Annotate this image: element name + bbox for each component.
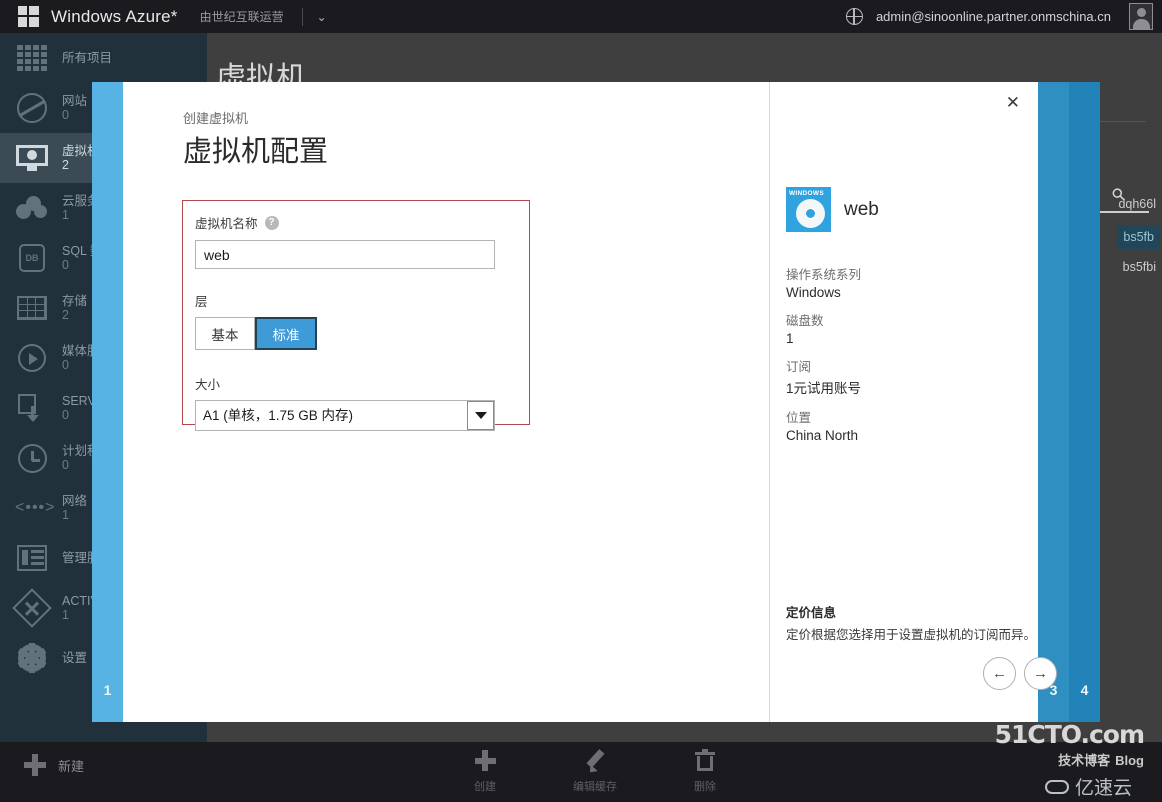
monitor-icon — [10, 140, 54, 176]
tier-standard-button[interactable]: 标准 — [255, 317, 317, 350]
pricing-info: 定价信息 定价根据您选择用于设置虚拟机的订阅而异。 — [786, 602, 1066, 643]
create-command-label: 创建 — [474, 781, 496, 793]
sidebar-item-count: 0 — [62, 108, 69, 122]
step-band-4[interactable]: 4 — [1069, 82, 1100, 722]
summary-value: China North — [786, 428, 859, 443]
brand-title: Windows Azure* — [51, 6, 178, 26]
sidebar-item-label: 设置 — [62, 650, 88, 665]
plus-icon — [474, 750, 496, 771]
vm-name-label: 虚拟机名称 ? — [195, 213, 529, 232]
size-label: 大小 — [195, 378, 221, 392]
wizard-nav: ← → — [983, 657, 1057, 690]
previous-button[interactable]: ← — [983, 657, 1016, 690]
globe-icon — [10, 90, 54, 126]
command-bar: 创建 编辑缓存 删除 — [430, 749, 760, 802]
list-item[interactable]: bs5fbi — [1123, 260, 1156, 274]
summary-key: 订阅 — [786, 360, 812, 374]
dialog-title: 虚拟机配置 — [183, 136, 329, 168]
list-item[interactable]: dqh66l — [1118, 197, 1156, 211]
summary-key: 操作系统系列 — [786, 268, 862, 282]
network-icon: <•••> — [15, 499, 56, 516]
active-directory-icon — [10, 588, 54, 628]
size-select[interactable]: A1 (单核，1.75 GB 内存) — [195, 400, 495, 431]
breadcrumb: 创建虚拟机 — [183, 111, 249, 126]
delete-command[interactable]: 删除 — [660, 749, 750, 802]
dialog-body: ✕ 创建虚拟机 虚拟机配置 虚拟机名称 ? 层 基本 标准 大小 — [123, 82, 1057, 722]
summary-value: Windows — [786, 285, 841, 300]
close-icon[interactable]: ✕ — [1006, 94, 1020, 111]
chevron-down-icon[interactable]: ⌄ — [317, 10, 327, 24]
summary-key: 位置 — [786, 411, 812, 425]
trash-icon — [695, 749, 715, 771]
gear-icon — [10, 640, 54, 676]
globe-icon[interactable] — [845, 8, 863, 25]
dialog-divider — [769, 82, 770, 722]
summary-value: 1 — [786, 331, 794, 346]
sidebar-item-label: 网络 — [62, 493, 88, 508]
vm-summary-name: web — [844, 199, 879, 220]
clock-icon — [10, 440, 54, 476]
new-button-label: 新建 — [58, 758, 85, 774]
sidebar-item-label: 所有项目 — [62, 50, 113, 65]
edit-cache-command-label: 编辑缓存 — [573, 781, 617, 793]
next-button[interactable]: → — [1024, 657, 1057, 690]
topbar-divider — [301, 7, 303, 26]
watermark-line-2-text: 技术博客 — [1058, 753, 1111, 768]
watermark-line-1: 51CTO.com — [994, 720, 1145, 749]
database-icon: DB — [10, 240, 54, 276]
vm-config-form: 虚拟机名称 ? 层 基本 标准 大小 A1 (单核，1.75 GB 内存) — [182, 200, 530, 431]
account-email[interactable]: admin@sinoonline.partner.onmschina.cn — [876, 9, 1111, 24]
table-icon — [10, 290, 54, 326]
help-icon[interactable]: ? — [264, 215, 279, 230]
vm-summary-rows: 操作系统系列 Windows 磁盘数 1 订阅 1元试用账号 位置 China … — [786, 232, 1036, 443]
sidebar-item-label: 网站 — [62, 93, 88, 108]
create-command[interactable]: 创建 — [440, 750, 530, 802]
sidebar-item-label: 存储 — [62, 293, 88, 308]
tier-label: 层 — [195, 295, 208, 309]
new-button[interactable]: 新建 — [24, 754, 84, 776]
edit-cache-command[interactable]: 编辑缓存 — [550, 750, 640, 802]
windows-vm-icon: WINDOWS — [786, 187, 831, 232]
tier-basic-button[interactable]: 基本 — [195, 317, 255, 350]
create-vm-dialog: 1 3 4 ✕ 创建虚拟机 虚拟机配置 虚拟机名称 ? 层 — [92, 82, 1100, 722]
watermark-51cto: 51CTO.com 技术博客 Blog — [994, 720, 1145, 770]
pricing-heading: 定价信息 — [786, 606, 837, 620]
list-item[interactable]: bs5fb — [1117, 225, 1160, 249]
top-bar-right: admin@sinoonline.partner.onmschina.cn — [845, 0, 1162, 33]
pencil-icon — [585, 750, 606, 771]
delete-command-label: 删除 — [694, 781, 716, 793]
vm-name-label-text: 虚拟机名称 — [195, 217, 258, 231]
windows-badge-text: WINDOWS — [789, 190, 824, 197]
grid-icon — [10, 40, 54, 76]
avatar[interactable] — [1129, 3, 1153, 30]
sidebar-item-count: 2 — [62, 308, 69, 322]
tenant-label: 由世纪互联运营 — [199, 10, 284, 24]
sidebar-item-all[interactable]: 所有项目 — [0, 33, 207, 83]
plus-icon — [24, 754, 46, 776]
pricing-body: 定价根据您选择用于设置虚拟机的订阅而异。 — [786, 628, 1037, 642]
watermark-yisuyun: 亿速云 — [1044, 773, 1132, 800]
watermark-line-3: 亿速云 — [1074, 778, 1132, 799]
watermark-blog-text: Blog — [1115, 753, 1144, 768]
size-select-wrapper: A1 (单核，1.75 GB 内存) — [195, 400, 495, 431]
cloud-icon — [1044, 779, 1069, 794]
vm-name-input[interactable] — [195, 240, 495, 269]
step-band-4-number: 4 — [1080, 682, 1089, 698]
watermark-line-2: 技术博客 Blog — [995, 750, 1144, 770]
service-bus-icon — [10, 390, 54, 426]
server-icon — [10, 540, 54, 576]
step-band-1[interactable]: 1 — [92, 82, 123, 722]
app-root: Windows Azure* 由世纪互联运营 ⌄ admin@sinoonlin… — [0, 0, 1162, 802]
cloud-icon — [10, 190, 54, 226]
step-band-1-number: 1 — [103, 682, 112, 698]
media-icon — [10, 340, 54, 376]
top-bar: Windows Azure* 由世纪互联运营 ⌄ admin@sinoonlin… — [0, 0, 1162, 33]
vm-summary-pane: WINDOWS web 操作系统系列 Windows 磁盘数 1 订阅 1元试用… — [786, 187, 1036, 443]
summary-value: 1元试用账号 — [786, 381, 862, 396]
summary-key: 磁盘数 — [786, 314, 824, 328]
sidebar-item-count: 1 — [62, 508, 69, 522]
disc-hub-shape — [805, 208, 816, 219]
windows-logo-icon — [18, 5, 40, 28]
tier-button-group: 基本 标准 — [195, 317, 529, 350]
